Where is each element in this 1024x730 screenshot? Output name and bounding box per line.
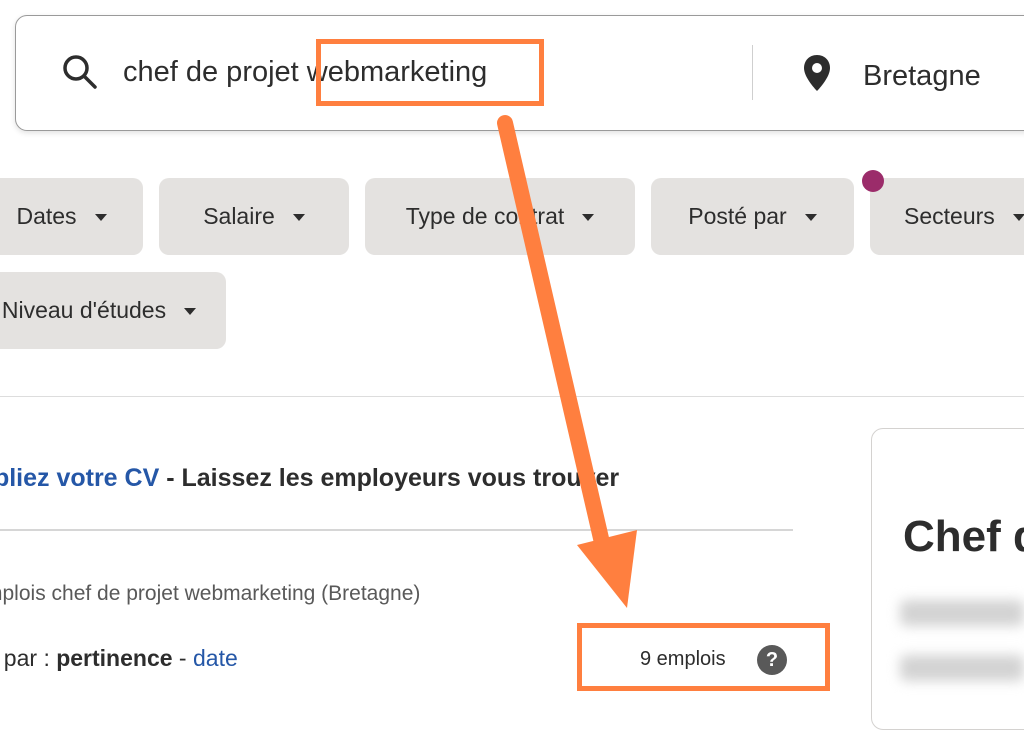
annotation-arrow — [497, 115, 637, 608]
